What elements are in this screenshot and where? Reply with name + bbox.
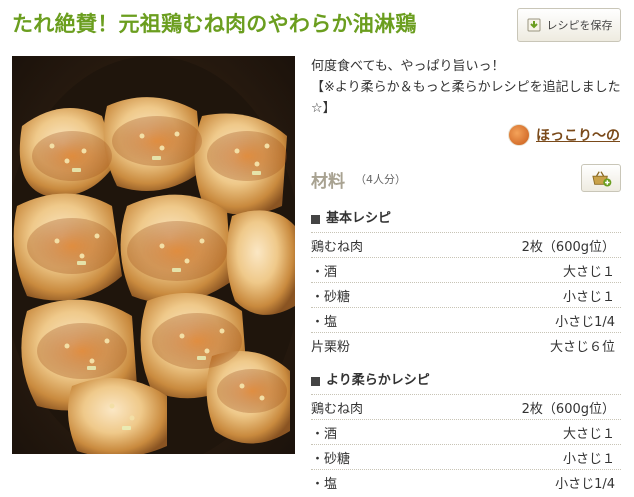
recipe-photo (12, 56, 295, 454)
ingredient-row: ・酒 大さじ１ (311, 419, 621, 444)
ingredient-amount: 小さじ1/4 (555, 476, 615, 492)
ingredient-name: ・塩 (311, 314, 338, 330)
author-avatar (508, 124, 530, 146)
save-recipe-label: レシピを保存 (546, 19, 613, 32)
add-to-shopping-list-button[interactable] (581, 164, 621, 192)
ingredient-group-label: 基本レシピ (311, 206, 621, 232)
ingredient-name: 片栗粉 (311, 339, 351, 355)
ingredient-row: ・塩 小さじ1/4 (311, 469, 621, 494)
ingredient-name: ・酒 (311, 426, 338, 442)
author-name[interactable]: ほっこり〜の (536, 125, 620, 145)
ingredient-name: ・酒 (311, 264, 338, 280)
ingredient-amount: 大さじ１ (562, 264, 615, 280)
group-label-text: 基本レシピ (326, 211, 392, 226)
ingredient-amount: 大さじ６位 (549, 339, 615, 355)
ingredient-amount: 2枚（600g位） (521, 401, 615, 417)
group-label-text: より柔らかレシピ (326, 373, 430, 388)
ingredient-row: 鶏むね肉 2枚（600g位） (311, 232, 621, 257)
ingredient-amount: 2枚（600g位） (521, 239, 615, 255)
ingredients-title: 材料 (311, 171, 345, 192)
square-bullet-icon (311, 376, 320, 386)
ingredient-amount: 小さじ１ (562, 451, 615, 467)
shopping-basket-icon (592, 171, 612, 187)
description-line-1: 何度食べても、やっぱり旨いっ！ (311, 59, 505, 74)
ingredient-name: ・砂糖 (311, 451, 351, 467)
ingredient-group-softer: より柔らかレシピ 鶏むね肉 2枚（600g位） ・酒 大さじ１ ・砂糖 小さじ１… (311, 368, 621, 494)
recipe-description: 何度食べても、やっぱり旨いっ！ 【※より柔らか＆もっと柔らかレシピを追記しました… (311, 56, 626, 119)
author-link[interactable]: ほっこり〜の (508, 124, 620, 146)
ingredient-name: ・塩 (311, 476, 338, 492)
ingredient-row: ・砂糖 小さじ１ (311, 282, 621, 307)
ingredient-group-label: より柔らかレシピ (311, 368, 621, 394)
ingredient-row: ・酒 大さじ１ (311, 257, 621, 282)
ingredient-group-basic: 基本レシピ 鶏むね肉 2枚（600g位） ・酒 大さじ１ ・砂糖 小さじ１ ・塩… (311, 206, 621, 357)
ingredient-amount: 小さじ１ (562, 289, 615, 305)
square-bullet-icon (311, 214, 320, 224)
ingredient-row: 片栗粉 大さじ６位 (311, 332, 621, 357)
ingredient-row: ・砂糖 小さじ１ (311, 444, 621, 469)
recipe-save-icon (526, 17, 542, 33)
ingredients-header: 材料 （4人分） (311, 162, 621, 196)
ingredient-amount: 小さじ1/4 (555, 314, 615, 330)
save-recipe-button[interactable]: レシピを保存 (517, 8, 621, 42)
description-line-2: 【※より柔らか＆もっと柔らかレシピを追記しました☆】 (311, 80, 621, 116)
ingredient-amount: 大さじ１ (562, 426, 615, 442)
ingredient-row: 鶏むね肉 2枚（600g位） (311, 394, 621, 419)
ingredient-row: ・塩 小さじ1/4 (311, 307, 621, 332)
ingredient-name: 鶏むね肉 (311, 239, 364, 255)
recipe-title: たれ絶賛！元祖鶏むね肉のやわらか油淋鶏 (12, 12, 417, 36)
ingredients-serves: （4人分） (355, 173, 406, 186)
ingredient-name: 鶏むね肉 (311, 401, 364, 417)
ingredient-name: ・砂糖 (311, 289, 351, 305)
